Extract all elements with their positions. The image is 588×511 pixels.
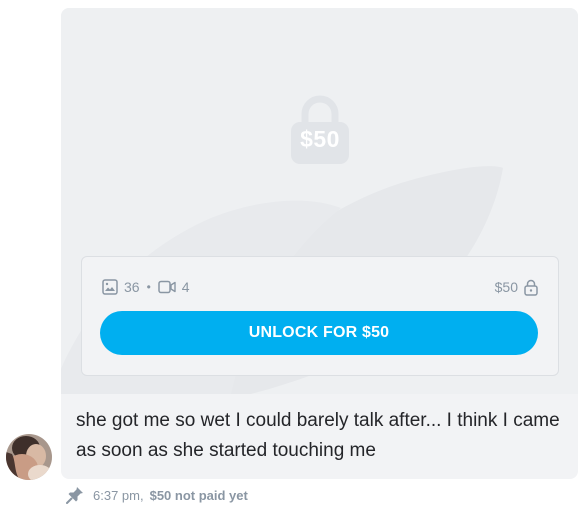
message-meta: 6:37 pm, $50 not paid yet: [66, 485, 248, 505]
small-lock-icon: [524, 279, 538, 296]
message-text: she got me so wet I could barely talk af…: [76, 410, 560, 461]
pin-icon[interactable]: [66, 486, 84, 504]
media-counts: 36 • 4: [102, 277, 190, 297]
avatar[interactable]: [6, 434, 52, 480]
locked-media-preview[interactable]: $50 36 • 4 $50 UNLOCK FOR $50: [61, 8, 578, 394]
separator-dot: •: [146, 280, 151, 294]
message-bubble: $50 36 • 4 $50 UNLOCK FOR $50 she got me…: [61, 8, 578, 479]
video-icon: [158, 280, 176, 294]
price-tag: $50: [495, 277, 538, 297]
chat-message-view: $50 36 • 4 $50 UNLOCK FOR $50 she got me…: [0, 0, 588, 511]
lock-icon: $50: [289, 94, 351, 166]
unlock-panel: 36 • 4 $50 UNLOCK FOR $50: [81, 256, 559, 376]
unlock-button[interactable]: UNLOCK FOR $50: [100, 311, 538, 355]
payment-status: $50 not paid yet: [149, 487, 248, 503]
video-count: 4: [181, 279, 190, 295]
message-time: 6:37 pm,: [93, 487, 144, 503]
image-icon: [102, 279, 118, 295]
photo-count: 36: [124, 279, 140, 295]
lock-price-label: $50: [300, 126, 340, 152]
price-label: $50: [494, 279, 518, 295]
